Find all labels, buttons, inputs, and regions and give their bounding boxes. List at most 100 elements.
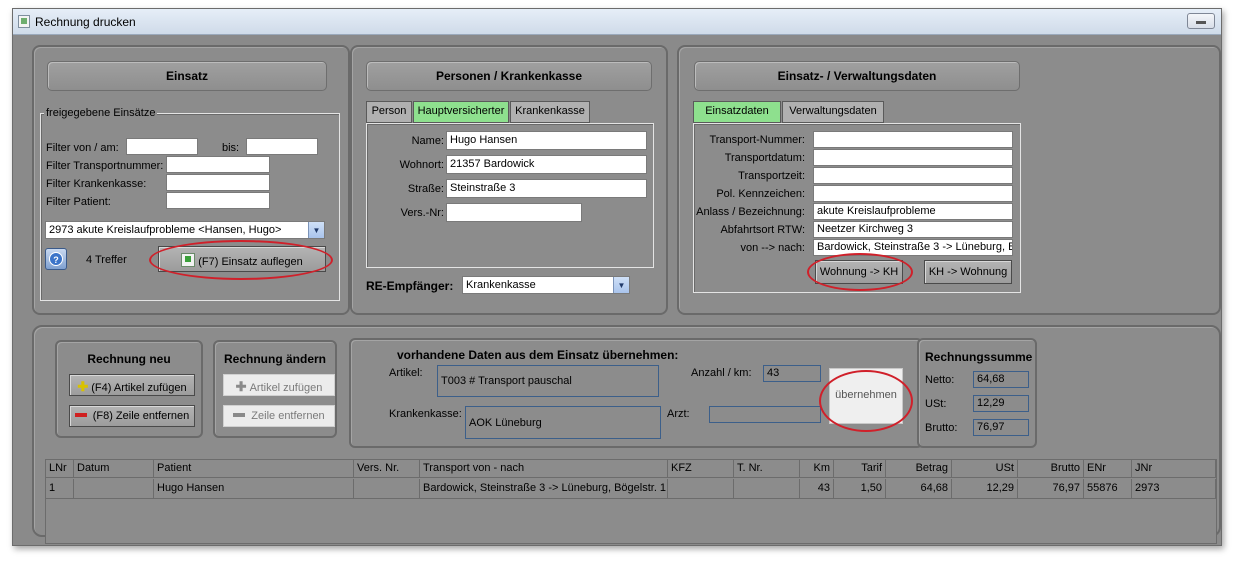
col-header-versnr[interactable]: Vers. Nr. [354,460,420,478]
print-invoice-window: Rechnung drucken Einsatz freigegebene Ei… [12,8,1222,546]
arzt-label: Arzt: [667,408,690,420]
kennzeichen-field[interactable] [813,185,1013,202]
rechnungssumme-box: Rechnungssumme Netto: 64,68 USt: 12,29 B… [917,338,1037,448]
tab-hauptversicherter[interactable]: Hauptversicherter [413,101,509,123]
col-header-brutto[interactable]: Brutto [1018,460,1084,478]
cell-patient: Hugo Hansen [154,479,354,498]
cell-tnr [734,479,800,498]
window-title: Rechnung drucken [35,15,136,29]
plus-icon: ✚ [77,379,89,394]
tab-person[interactable]: Person [366,101,412,123]
help-icon: ? [49,252,63,266]
minimize-button[interactable] [1187,13,1215,29]
edit-add-article-label: Artikel zufügen [249,382,323,394]
personen-panel: Personen / Krankenkasse Person Hauptvers… [350,45,668,315]
col-header-enr[interactable]: ENr [1084,460,1132,478]
rechnung-aendern-box: Rechnung ändern ✚ Artikel zufügen Zeile e… [213,340,337,438]
re-empfaenger-select[interactable]: Krankenkasse ▼ [462,276,630,294]
rechnung-aendern-header: Rechnung ändern [223,352,326,366]
verwaltung-header: Einsatz- / Verwaltungsdaten [694,61,1020,91]
transportdatum-field[interactable] [813,149,1013,166]
edit-remove-row-button[interactable]: Zeile entfernen [223,405,335,427]
filter-from-input[interactable] [126,138,198,155]
filter-kasse-label: Filter Krankenkasse: [46,178,147,190]
ust-field: 12,29 [973,395,1029,412]
transport-nummer-field[interactable] [813,131,1013,148]
add-article-button[interactable]: ✚ (F4) Artikel zufügen [69,374,195,396]
col-header-jnr[interactable]: JNr [1132,460,1216,478]
edit-add-article-button[interactable]: ✚ Artikel zufügen [223,374,335,396]
rechnung-neu-box: Rechnung neu ✚ (F4) Artikel zufügen (F8) … [55,340,203,438]
netto-label: Netto: [925,374,955,386]
re-empfaenger-value: Krankenkasse [466,279,536,291]
col-header-tarif[interactable]: Tarif [834,460,886,478]
tab-krankenkasse[interactable]: Krankenkasse [510,101,590,123]
tab-verwaltungsdaten[interactable]: Verwaltungsdaten [782,101,884,123]
anlass-field[interactable]: akute Kreislaufprobleme [813,203,1013,220]
uebernahme-header: vorhandene Daten aus dem Einsatz überneh… [397,348,679,362]
annotation-circle-uebernehmen [819,370,913,432]
einsatz-select-value: 2973 akute Kreislaufprobleme <Hansen, Hu… [49,224,282,236]
arzt-field[interactable] [709,406,821,423]
wohnort-field[interactable]: 21357 Bardowick [446,155,647,174]
cell-enr: 55876 [1084,479,1132,498]
filter-to-input[interactable] [246,138,318,155]
transport-nummer-label: Transport-Nummer: [709,134,805,146]
abfahrtsort-field[interactable]: Neetzer Kirchweg 3 [813,221,1013,238]
abfahrtsort-label: Abfahrtsort RTW: [720,224,805,236]
cell-brutto: 76,97 [1018,479,1084,498]
filter-transport-input[interactable] [166,156,270,173]
add-article-label: (F4) Artikel zufügen [91,382,187,394]
einsatz-panel: Einsatz freigegebene Einsätze Filter von… [32,45,350,315]
kasse-label: Krankenkasse: [389,408,462,420]
rechnung-neu-header: Rechnung neu [87,352,171,366]
name-field[interactable]: Hugo Hansen [446,131,647,150]
filter-patient-label: Filter Patient: [46,196,111,208]
edit-remove-row-label: Zeile entfernen [251,410,325,422]
chevron-down-icon[interactable]: ▼ [308,222,324,238]
chevron-down-icon[interactable]: ▼ [613,277,629,293]
versnr-field[interactable] [446,203,582,222]
anlass-label: Anlass / Bezeichnung: [696,206,805,218]
title-bar: Rechnung drucken [13,9,1221,35]
col-header-betrag[interactable]: Betrag [886,460,952,478]
verwaltung-panel: Einsatz- / Verwaltungsdaten Einsatzdaten… [677,45,1221,315]
col-header-ust[interactable]: USt [952,460,1018,478]
hits-count: 4 Treffer [86,254,127,266]
strasse-label: Straße: [407,183,444,195]
name-label: Name: [411,135,444,147]
invoice-table[interactable]: LNr Datum Patient Vers. Nr. Transport vo… [45,459,1217,544]
col-header-transport[interactable]: Transport von - nach [420,460,668,478]
cell-tarif: 1,50 [834,479,886,498]
filter-from-label: Filter von / am: [46,142,119,154]
col-header-datum[interactable]: Datum [74,460,154,478]
route-label: von --> nach: [740,242,805,254]
kh-to-wohnung-button[interactable]: KH -> Wohnung [924,260,1012,284]
anzahl-label: Anzahl / km: [691,367,752,379]
remove-row-button[interactable]: (F8) Zeile entfernen [69,405,195,427]
plus-icon: ✚ [235,379,247,394]
col-header-lnr[interactable]: LNr [46,460,74,478]
cell-transport: Bardowick, Steinstraße 3 -> Lüneburg, Bö… [420,479,668,498]
cell-lnr: 1 [46,479,74,498]
anzahl-field[interactable]: 43 [763,365,821,382]
tab-einsatzdaten[interactable]: Einsatzdaten [693,101,781,123]
col-header-patient[interactable]: Patient [154,460,354,478]
filter-transport-label: Filter Transportnummer: [46,160,164,172]
strasse-field[interactable]: Steinstraße 3 [446,179,647,198]
minus-icon [74,413,87,417]
filter-kasse-input[interactable] [166,174,270,191]
uebernahme-box: vorhandene Daten aus dem Einsatz überneh… [349,338,923,448]
remove-row-label: (F8) Zeile entfernen [92,410,190,422]
cell-km: 43 [800,479,834,498]
col-header-kfz[interactable]: KFZ [668,460,734,478]
filter-patient-input[interactable] [166,192,270,209]
cell-jnr: 2973 [1132,479,1216,498]
help-button[interactable]: ? [45,248,67,270]
col-header-km[interactable]: Km [800,460,834,478]
col-header-tnr[interactable]: T. Nr. [734,460,800,478]
einsatz-select[interactable]: 2973 akute Kreislaufprobleme <Hansen, Hu… [45,221,325,239]
transportzeit-field[interactable] [813,167,1013,184]
artikel-field[interactable]: T003 # Transport pauschal [437,365,659,397]
kasse-field[interactable]: AOK Lüneburg [465,406,661,439]
